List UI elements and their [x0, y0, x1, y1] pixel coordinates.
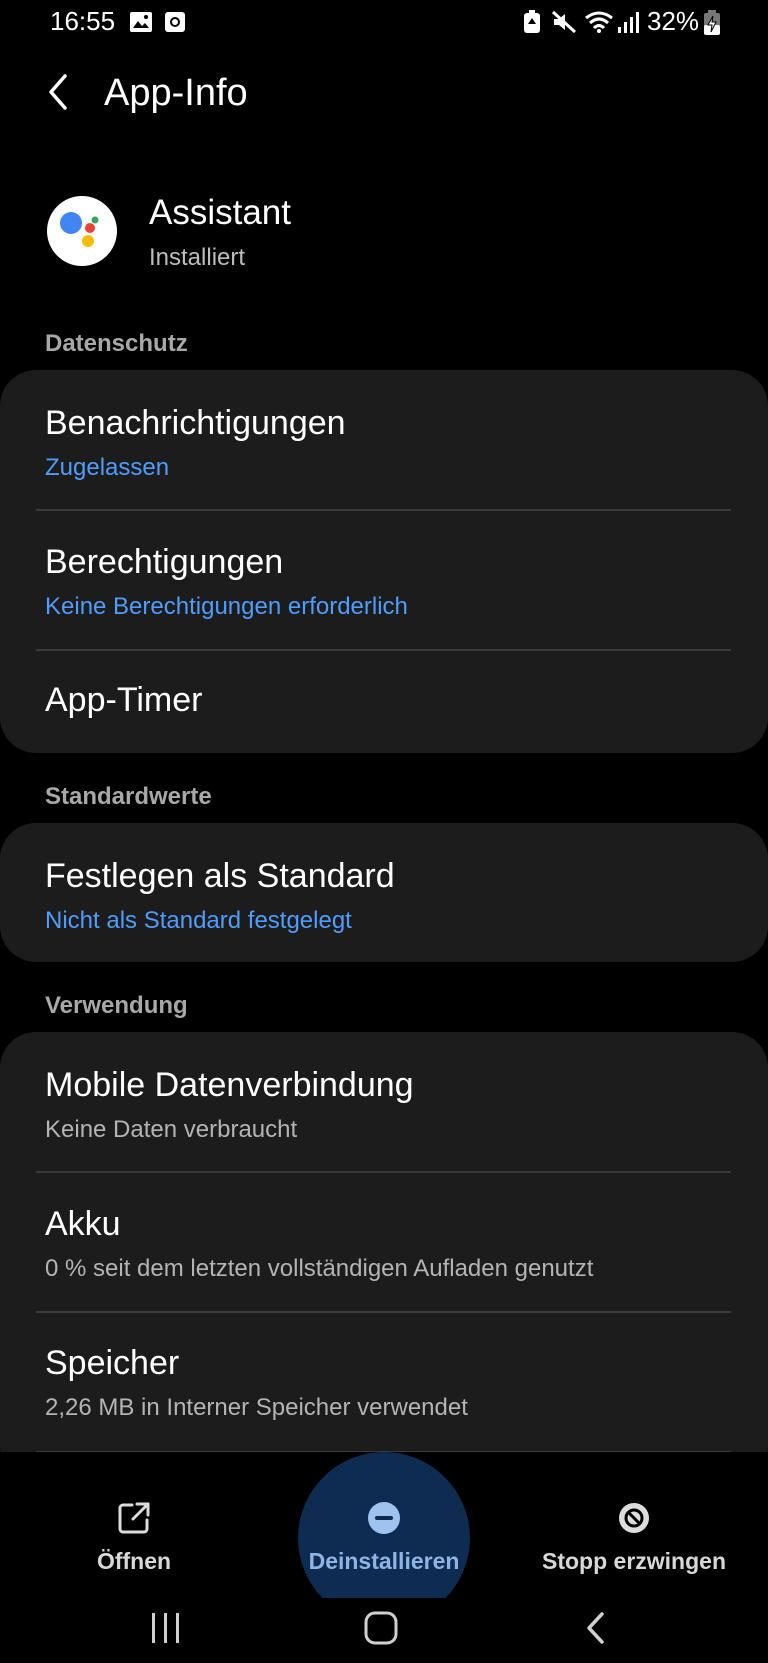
screenshot-icon [162, 10, 188, 34]
home-button[interactable] [341, 1598, 421, 1663]
item-title: Speicher [45, 1344, 180, 1382]
item-title: App-Timer [45, 681, 203, 719]
recents-button[interactable] [126, 1598, 206, 1663]
open-button[interactable]: Öffnen [54, 1452, 214, 1582]
page-title: App-Info [104, 72, 248, 114]
back-button[interactable] [30, 66, 86, 122]
item-subtitle: Nicht als Standard festgelegt [45, 907, 352, 934]
item-subtitle: 0 % seit dem letzten vollständigen Aufla… [45, 1255, 594, 1282]
app-name: Assistant [149, 193, 291, 232]
list-item-mobile-data[interactable]: Mobile Datenverbindung Keine Daten verbr… [0, 1032, 768, 1172]
mute-icon [550, 9, 578, 35]
item-title: Akku [45, 1205, 121, 1243]
battery-percentage: 32% [647, 6, 700, 36]
open-label: Öffnen [96, 1548, 172, 1574]
list-item-battery[interactable]: Akku 0 % seit dem letzten vollständigen … [0, 1172, 768, 1312]
list-item-storage[interactable]: Speicher 2,26 MB in Interner Speicher ve… [0, 1312, 768, 1452]
item-subtitle: Zugelassen [45, 454, 170, 481]
chevron-left-icon [43, 72, 73, 117]
status-time: 16:55 [50, 6, 116, 36]
home-icon [363, 1610, 399, 1651]
gallery-icon [128, 10, 154, 34]
back-nav-icon [583, 1610, 609, 1651]
list-item-app-timer[interactable]: App-Timer [0, 650, 768, 753]
defaults-card: Festlegen als Standard Nicht als Standar… [0, 823, 768, 962]
battery-charging-icon [702, 9, 722, 37]
signal-icon [616, 9, 640, 35]
navigation-bar [0, 1598, 768, 1663]
section-label-defaults: Standardwerte [45, 783, 212, 810]
item-subtitle: Keine Daten verbraucht [45, 1116, 298, 1143]
list-item-permissions[interactable]: Berechtigungen Keine Berechtigungen erfo… [0, 510, 768, 650]
list-item-set-as-default[interactable]: Festlegen als Standard Nicht als Standar… [0, 823, 768, 962]
remove-circle-icon [364, 1498, 404, 1538]
item-title: Benachrichtigungen [45, 404, 346, 442]
wifi-icon [583, 9, 615, 35]
battery-saver-icon [520, 9, 544, 35]
section-label-usage: Verwendung [45, 992, 188, 1019]
force-stop-button[interactable]: Stopp erzwingen [524, 1452, 744, 1582]
uninstall-label: Deinstallieren [308, 1548, 460, 1574]
item-subtitle: Keine Berechtigungen erforderlich [45, 593, 408, 620]
list-item-notifications[interactable]: Benachrichtigungen Zugelassen [0, 370, 768, 510]
status-bar: 16:55 32% [0, 0, 768, 46]
usage-card: Mobile Datenverbindung Keine Daten verbr… [0, 1032, 768, 1482]
item-title: Mobile Datenverbindung [45, 1066, 414, 1104]
recents-icon [149, 1611, 183, 1650]
privacy-card: Benachrichtigungen Zugelassen Berechtigu… [0, 370, 768, 753]
section-label-privacy: Datenschutz [45, 330, 188, 357]
item-subtitle: 2,26 MB in Interner Speicher verwendet [45, 1394, 468, 1421]
app-status: Installiert [149, 244, 246, 271]
assistant-app-icon [47, 196, 117, 266]
force-stop-label: Stopp erzwingen [542, 1548, 726, 1574]
back-nav-button[interactable] [556, 1598, 636, 1663]
block-icon [614, 1498, 654, 1538]
item-title: Festlegen als Standard [45, 857, 395, 895]
open-external-icon [114, 1498, 154, 1538]
item-title: Berechtigungen [45, 543, 284, 581]
uninstall-button[interactable]: Deinstallieren [284, 1452, 484, 1582]
